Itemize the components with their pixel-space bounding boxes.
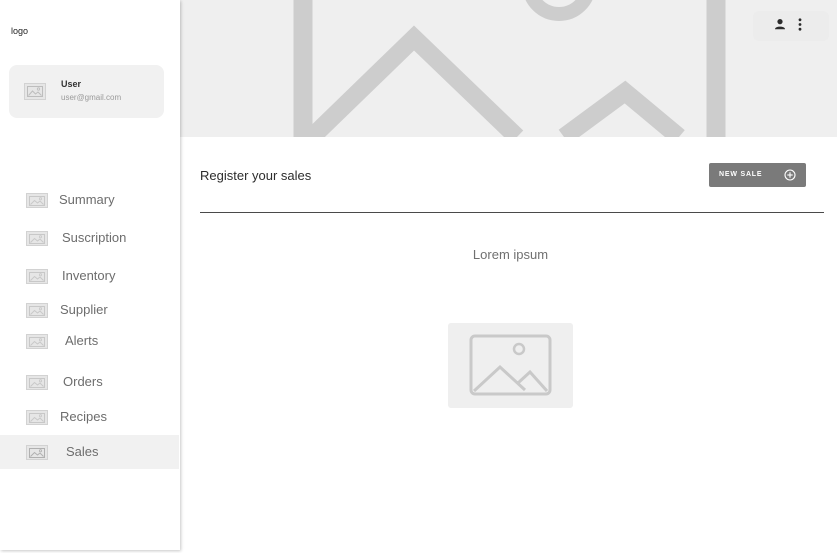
- header-actions: [753, 11, 829, 41]
- sidebar-item-supplier[interactable]: Supplier: [0, 293, 179, 327]
- sales-image-placeholder-icon: [26, 445, 48, 460]
- inventory-image-placeholder-icon: [26, 269, 48, 284]
- sidebar-item-label: Orders: [63, 374, 103, 389]
- sidebar-item-suscription[interactable]: Suscription: [0, 221, 179, 255]
- sidebar-item-label: Summary: [59, 192, 115, 207]
- user-card[interactable]: User user@gmail.com: [9, 65, 164, 118]
- sidebar-item-inventory[interactable]: Inventory: [0, 259, 179, 293]
- sidebar-item-alerts[interactable]: Alerts: [0, 324, 179, 358]
- sidebar: logo User user@gmail.com Summary Suscrip…: [0, 0, 180, 550]
- sidebar-item-label: Sales: [66, 444, 99, 459]
- page-title: Register your sales: [200, 168, 312, 183]
- banner-image-placeholder-icon: [293, 0, 726, 137]
- sidebar-item-label: Inventory: [62, 268, 116, 283]
- user-avatar-icon: [24, 83, 46, 100]
- section-divider: [200, 212, 824, 213]
- sidebar-item-label: Alerts: [65, 333, 99, 348]
- sidebar-item-sales[interactable]: Sales: [0, 435, 179, 469]
- sidebar-item-label: Supplier: [60, 302, 108, 317]
- alerts-image-placeholder-icon: [26, 334, 48, 349]
- sidebar-item-label: Recipes: [60, 409, 107, 424]
- recipes-image-placeholder-icon: [26, 410, 48, 425]
- user-name: User: [61, 79, 82, 89]
- person-icon[interactable]: [774, 18, 790, 34]
- supplier-image-placeholder-icon: [26, 303, 48, 318]
- empty-state-image: [448, 323, 573, 408]
- empty-state-text: Lorem ipsum: [472, 247, 549, 262]
- user-email: user@gmail.com: [61, 93, 122, 102]
- sidebar-item-label: Suscription: [62, 230, 127, 245]
- more-vertical-icon[interactable]: [798, 18, 814, 34]
- app-window: logo User user@gmail.com Summary Suscrip…: [0, 0, 837, 553]
- image-placeholder-icon: [469, 334, 552, 396]
- summary-image-placeholder-icon: [26, 193, 48, 208]
- suscription-image-placeholder-icon: [26, 231, 48, 246]
- add-circle-icon: [784, 169, 796, 181]
- logo[interactable]: logo: [11, 26, 28, 36]
- sidebar-item-summary[interactable]: Summary: [0, 183, 179, 217]
- sidebar-item-orders[interactable]: Orders: [0, 365, 179, 399]
- new-sale-label: NEW SALE: [719, 171, 763, 178]
- new-sale-button[interactable]: NEW SALE: [709, 163, 806, 187]
- orders-image-placeholder-icon: [26, 375, 48, 390]
- header-banner: [179, 0, 837, 137]
- sidebar-item-recipes[interactable]: Recipes: [0, 400, 179, 434]
